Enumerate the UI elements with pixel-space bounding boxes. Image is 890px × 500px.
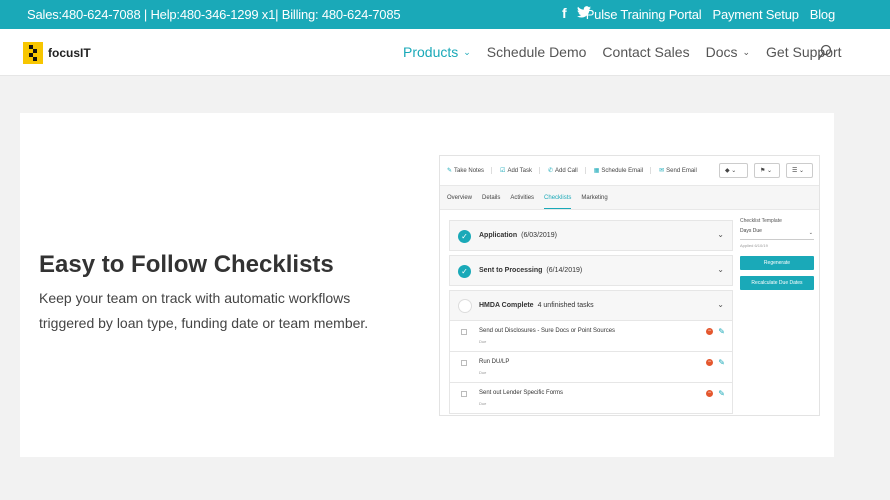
app-toolbar: ✎ Take Notes ☑ Add Task ✆ Add Call ▦ Schedul… xyxy=(440,156,819,186)
feature-headline: Easy to Follow Checklists xyxy=(39,251,334,278)
facebook-icon[interactable]: f xyxy=(562,5,567,21)
chevron-down-icon: ⌄ xyxy=(742,46,751,57)
list-dropdown[interactable]: ☰ ⌄ xyxy=(786,163,813,178)
template-label: Checklist Template xyxy=(740,218,782,224)
regenerate-button[interactable]: Regenerate xyxy=(740,256,814,270)
action-label: Take Notes xyxy=(454,168,485,174)
task-row: Run DU/LP Due − ✎ xyxy=(449,352,733,383)
checklist: ✓ Application (6/03/2019) ⌄ ✓ Sent to Pro… xyxy=(449,220,733,414)
link-payment-setup[interactable]: Payment Setup xyxy=(712,7,798,22)
chevron-down-icon[interactable]: ⌄ xyxy=(717,230,724,239)
action-label: Add Task xyxy=(507,168,533,174)
empty-circle-icon xyxy=(458,299,472,313)
add-task-icon: ☑ xyxy=(500,168,506,174)
nav-menu: Products ⌄ Schedule Demo Contact Sales D… xyxy=(403,44,842,60)
stage-application[interactable]: ✓ Application (6/03/2019) ⌄ xyxy=(449,220,733,251)
task-checkbox[interactable] xyxy=(461,360,467,366)
stage-sent-to-processing[interactable]: ✓ Sent to Processing (6/14/2019) ⌄ xyxy=(449,255,733,286)
nav-item-contact-sales[interactable]: Contact Sales xyxy=(602,44,689,60)
action-label: Schedule Email xyxy=(601,168,644,174)
send-email-button[interactable]: ✉ Send Email xyxy=(659,167,704,174)
add-task-button[interactable]: ☑ Add Task xyxy=(500,167,541,174)
nav-item-label: Docs xyxy=(705,44,738,60)
task-due: Due xyxy=(479,370,487,375)
stage-title: Sent to Processing xyxy=(479,267,543,274)
chevron-down-icon: ⌄ xyxy=(808,230,813,236)
action-label: Send Email xyxy=(666,168,697,174)
top-bar: Sales:480-624-7088 | Help:480-346-1299 x… xyxy=(0,0,890,29)
logo-mark-icon xyxy=(23,42,43,64)
chevron-down-icon[interactable]: ⌄ xyxy=(717,265,724,274)
feature-description: Keep your team on track with automatic w… xyxy=(39,290,369,331)
link-pulse-training-portal[interactable]: Pulse Training Portal xyxy=(586,7,702,22)
template-select[interactable]: Days Due ⌄ xyxy=(740,228,814,240)
check-circle-icon: ✓ xyxy=(458,265,471,278)
tab-marketing[interactable]: Marketing xyxy=(581,195,607,209)
task-due: Due xyxy=(479,401,487,406)
template-value: Days Due xyxy=(740,228,762,234)
task-checkbox[interactable] xyxy=(461,391,467,397)
task-name: Run DU/LP xyxy=(479,359,510,365)
stage-unfinished-count: 4 unfinished tasks xyxy=(537,302,594,309)
take-notes-button[interactable]: ✎ Take Notes xyxy=(447,167,493,174)
stage-name: Sent to Processing (6/14/2019) xyxy=(479,267,582,274)
tab-overview[interactable]: Overview xyxy=(447,195,472,209)
app-tabs: Overview Details Activities Checklists M… xyxy=(440,186,819,210)
toolbar-dropdowns: ◆ ⌄ ⚑ ⌄ ☰ ⌄ xyxy=(719,163,813,178)
flag-dropdown[interactable]: ⚑ ⌄ xyxy=(754,163,780,178)
toolbar-actions: ✎ Take Notes ☑ Add Task ✆ Add Call ▦ Schedul… xyxy=(447,167,704,174)
tag-dropdown[interactable]: ◆ ⌄ xyxy=(719,163,748,178)
logo[interactable]: focusIT xyxy=(23,42,91,64)
task-row: Sent out Lender Specific Forms Due − ✎ xyxy=(449,383,733,414)
nav-item-label: Products xyxy=(403,44,459,60)
nav-item-label: Schedule Demo xyxy=(486,44,587,60)
stage-hmda-complete[interactable]: HMDA Complete 4 unfinished tasks ⌄ xyxy=(449,290,733,321)
stage-date: (6/03/2019) xyxy=(521,232,557,239)
schedule-email-button[interactable]: ▦ Schedule Email xyxy=(593,167,652,174)
task-due: Due xyxy=(479,339,487,344)
add-call-button[interactable]: ✆ Add Call xyxy=(548,167,586,174)
check-circle-icon: ✓ xyxy=(458,230,471,243)
search-icon[interactable] xyxy=(818,44,832,60)
remove-icon[interactable]: − xyxy=(706,359,713,366)
chevron-down-icon[interactable]: ⌄ xyxy=(717,300,724,309)
edit-icon[interactable]: ✎ xyxy=(718,389,725,398)
top-links: Pulse Training Portal Payment Setup Blog xyxy=(586,7,835,22)
task-name: Send out Disclosures - Sure Docs or Poin… xyxy=(479,328,616,334)
tab-details[interactable]: Details xyxy=(482,195,500,209)
recalculate-due-dates-button[interactable]: Recalculate Due Dates xyxy=(740,276,814,290)
link-blog[interactable]: Blog xyxy=(810,7,835,22)
remove-icon[interactable]: − xyxy=(706,390,713,397)
tab-activities[interactable]: Activities xyxy=(510,195,534,209)
stage-date: (6/14/2019) xyxy=(546,267,583,274)
nav-item-schedule-demo[interactable]: Schedule Demo xyxy=(487,44,587,60)
nav-item-label: Contact Sales xyxy=(602,44,690,60)
stage-name: Application (6/03/2019) xyxy=(479,232,557,239)
edit-icon[interactable]: ✎ xyxy=(718,358,725,367)
contact-numbers: Sales:480-624-7088 | Help:480-346-1299 x… xyxy=(27,7,401,22)
notes-icon: ✎ xyxy=(447,168,453,174)
tab-checklists[interactable]: Checklists xyxy=(544,195,572,209)
stage-title: HMDA Complete xyxy=(479,302,534,309)
nav-item-docs[interactable]: Docs ⌄ xyxy=(706,44,750,60)
phone-icon: ✆ xyxy=(548,168,554,174)
calendar-icon: ▦ xyxy=(593,168,600,174)
task-row: Send out Disclosures - Sure Docs or Poin… xyxy=(449,321,733,352)
applied-date: Applied 6/10/19 xyxy=(740,243,768,248)
main-nav: focusIT Products ⌄ Schedule Demo Contact… xyxy=(0,29,890,76)
edit-icon[interactable]: ✎ xyxy=(718,327,725,336)
nav-item-products[interactable]: Products ⌄ xyxy=(403,44,471,60)
remove-icon[interactable]: − xyxy=(706,328,713,335)
mail-icon: ✉ xyxy=(659,168,665,174)
stage-name: HMDA Complete 4 unfinished tasks xyxy=(479,302,594,309)
logo-text: focusIT xyxy=(48,46,91,60)
checklist-app-preview: ✎ Take Notes ☑ Add Task ✆ Add Call ▦ Schedul… xyxy=(439,155,820,416)
checklist-side-panel: Checklist Template Days Due ⌄ Applied 6/… xyxy=(740,218,814,290)
task-name: Sent out Lender Specific Forms xyxy=(479,390,564,396)
stage-title: Application xyxy=(479,232,518,239)
chevron-down-icon: ⌄ xyxy=(463,46,471,57)
task-checkbox[interactable] xyxy=(461,329,467,335)
action-label: Add Call xyxy=(555,168,578,174)
